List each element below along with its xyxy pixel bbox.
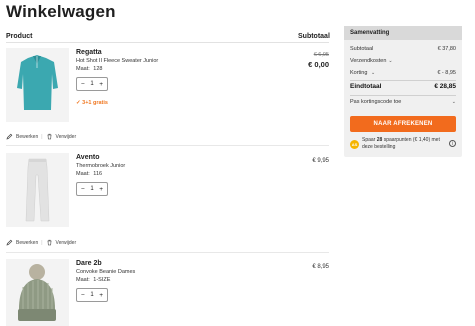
page-title: Winkelwagen: [6, 2, 116, 21]
product-size: Maat: 1-SIZE: [76, 277, 110, 283]
loyalty-points-note: AS Spaar 28 spaarpunten (€ 1,40) met dez…: [350, 137, 456, 153]
quantity-value: 1: [90, 292, 94, 298]
trash-icon[interactable]: [46, 239, 53, 246]
action-separator: |: [41, 239, 43, 246]
size-label: Maat:: [76, 277, 90, 283]
product-description: Thermobroek Junior: [76, 163, 126, 169]
shipping-label[interactable]: Verzendkosten: [350, 58, 386, 64]
plus-icon[interactable]: +: [99, 81, 103, 88]
minus-icon[interactable]: −: [81, 81, 85, 88]
minus-icon[interactable]: −: [81, 186, 85, 193]
chevron-down-icon[interactable]: ⌄: [452, 99, 456, 105]
summary-title: Samenvatting: [344, 26, 462, 40]
item-actions: Bewerken | Verwijder: [6, 133, 76, 140]
points-count: 28: [376, 137, 383, 143]
pencil-icon[interactable]: [6, 133, 13, 140]
product-size: Maat: 116: [76, 171, 102, 177]
minus-icon[interactable]: −: [81, 292, 85, 299]
thermal-pants-image: [6, 153, 69, 227]
product-image[interactable]: [6, 48, 69, 122]
header-divider: [6, 42, 329, 43]
summary-discount-row[interactable]: Korting ⌄ € - 8,95: [350, 70, 456, 76]
summary-subtotal-row: Subtotaal € 37,80: [350, 46, 456, 52]
product-size: Maat: 128: [76, 66, 102, 72]
original-price: € 6,95: [313, 52, 329, 58]
edit-button[interactable]: Bewerken: [16, 240, 38, 246]
cart-item: Dare 2b Convoke Beanie Dames Maat: 1-SIZ…: [6, 259, 329, 326]
quantity-stepper[interactable]: − 1 +: [76, 77, 108, 91]
coupon-toggle[interactable]: Pas kortingscode toe ⌄: [350, 99, 456, 105]
checkout-button[interactable]: NAAR AFREKENEN: [350, 116, 456, 132]
column-header-subtotal: Subtotaal: [298, 33, 330, 40]
discount-label[interactable]: Korting: [350, 70, 367, 76]
check-icon: ✓: [76, 100, 81, 106]
summary-divider: [350, 80, 456, 81]
product-description: Convoke Beanie Dames: [76, 269, 136, 275]
item-divider: [6, 145, 329, 146]
action-separator: |: [41, 133, 43, 140]
discount-value: € - 8,95: [437, 70, 456, 76]
item-subtotal: € 9,95: [312, 158, 329, 164]
item-actions: Bewerken | Verwijder: [6, 239, 76, 246]
quantity-stepper[interactable]: − 1 +: [76, 182, 108, 196]
order-summary: Samenvatting Subtotaal € 37,80 Verzendko…: [344, 26, 462, 157]
coin-icon: AS: [350, 140, 359, 149]
summary-divider: [350, 95, 456, 96]
cart-item: Avento Thermobroek Junior Maat: 116 − 1 …: [6, 153, 329, 253]
points-text: Spaar 28 spaarpunten (€ 1,40) met deze b…: [362, 137, 448, 151]
item-subtotal: € 0,00: [308, 60, 329, 69]
promo-label: 3+1 gratis: [82, 100, 108, 106]
pencil-icon[interactable]: [6, 239, 13, 246]
trash-icon[interactable]: [46, 133, 53, 140]
size-value: 116: [93, 171, 103, 177]
coupon-label[interactable]: Pas kortingscode toe: [350, 99, 401, 105]
quantity-stepper[interactable]: − 1 +: [76, 288, 108, 302]
summary-shipping-row[interactable]: Verzendkosten ⌄: [350, 58, 456, 64]
cart-item: Regatta Hot Shot II Fleece Sweater Junio…: [6, 48, 329, 148]
plus-icon[interactable]: +: [99, 186, 103, 193]
remove-button[interactable]: Verwijder: [56, 240, 77, 246]
summary-total-row: Eindtotaal € 28,85: [350, 83, 456, 90]
plus-icon[interactable]: +: [99, 292, 103, 299]
size-label: Maat:: [76, 171, 90, 177]
item-subtotal: € 8,95: [312, 264, 329, 270]
total-value: € 28,85: [434, 83, 456, 90]
points-prefix: Spaar: [362, 137, 376, 143]
quantity-value: 1: [90, 186, 94, 192]
info-icon[interactable]: i: [449, 140, 456, 147]
size-label: Maat:: [76, 66, 90, 72]
promo-badge: ✓ 3+1 gratis: [76, 100, 108, 106]
quantity-value: 1: [90, 81, 94, 87]
chevron-down-icon[interactable]: ⌄: [371, 70, 375, 76]
size-value: 1-SIZE: [93, 277, 111, 283]
size-value: 128: [93, 66, 103, 72]
product-image[interactable]: [6, 153, 69, 227]
column-header-product: Product: [6, 33, 33, 40]
remove-button[interactable]: Verwijder: [56, 134, 77, 140]
total-label: Eindtotaal: [350, 83, 382, 90]
product-brand[interactable]: Dare 2b: [76, 260, 102, 267]
edit-button[interactable]: Bewerken: [16, 134, 38, 140]
subtotal-label: Subtotaal: [350, 46, 374, 52]
beanie-image: [6, 259, 69, 326]
subtotal-value: € 37,80: [437, 46, 456, 52]
item-divider: [6, 252, 329, 253]
fleece-sweater-image: [6, 48, 69, 122]
product-brand[interactable]: Regatta: [76, 49, 102, 56]
product-brand[interactable]: Avento: [76, 154, 99, 161]
chevron-down-icon[interactable]: ⌄: [388, 58, 392, 64]
product-image[interactable]: [6, 259, 69, 326]
product-description: Hot Shot II Fleece Sweater Junior: [76, 58, 159, 64]
